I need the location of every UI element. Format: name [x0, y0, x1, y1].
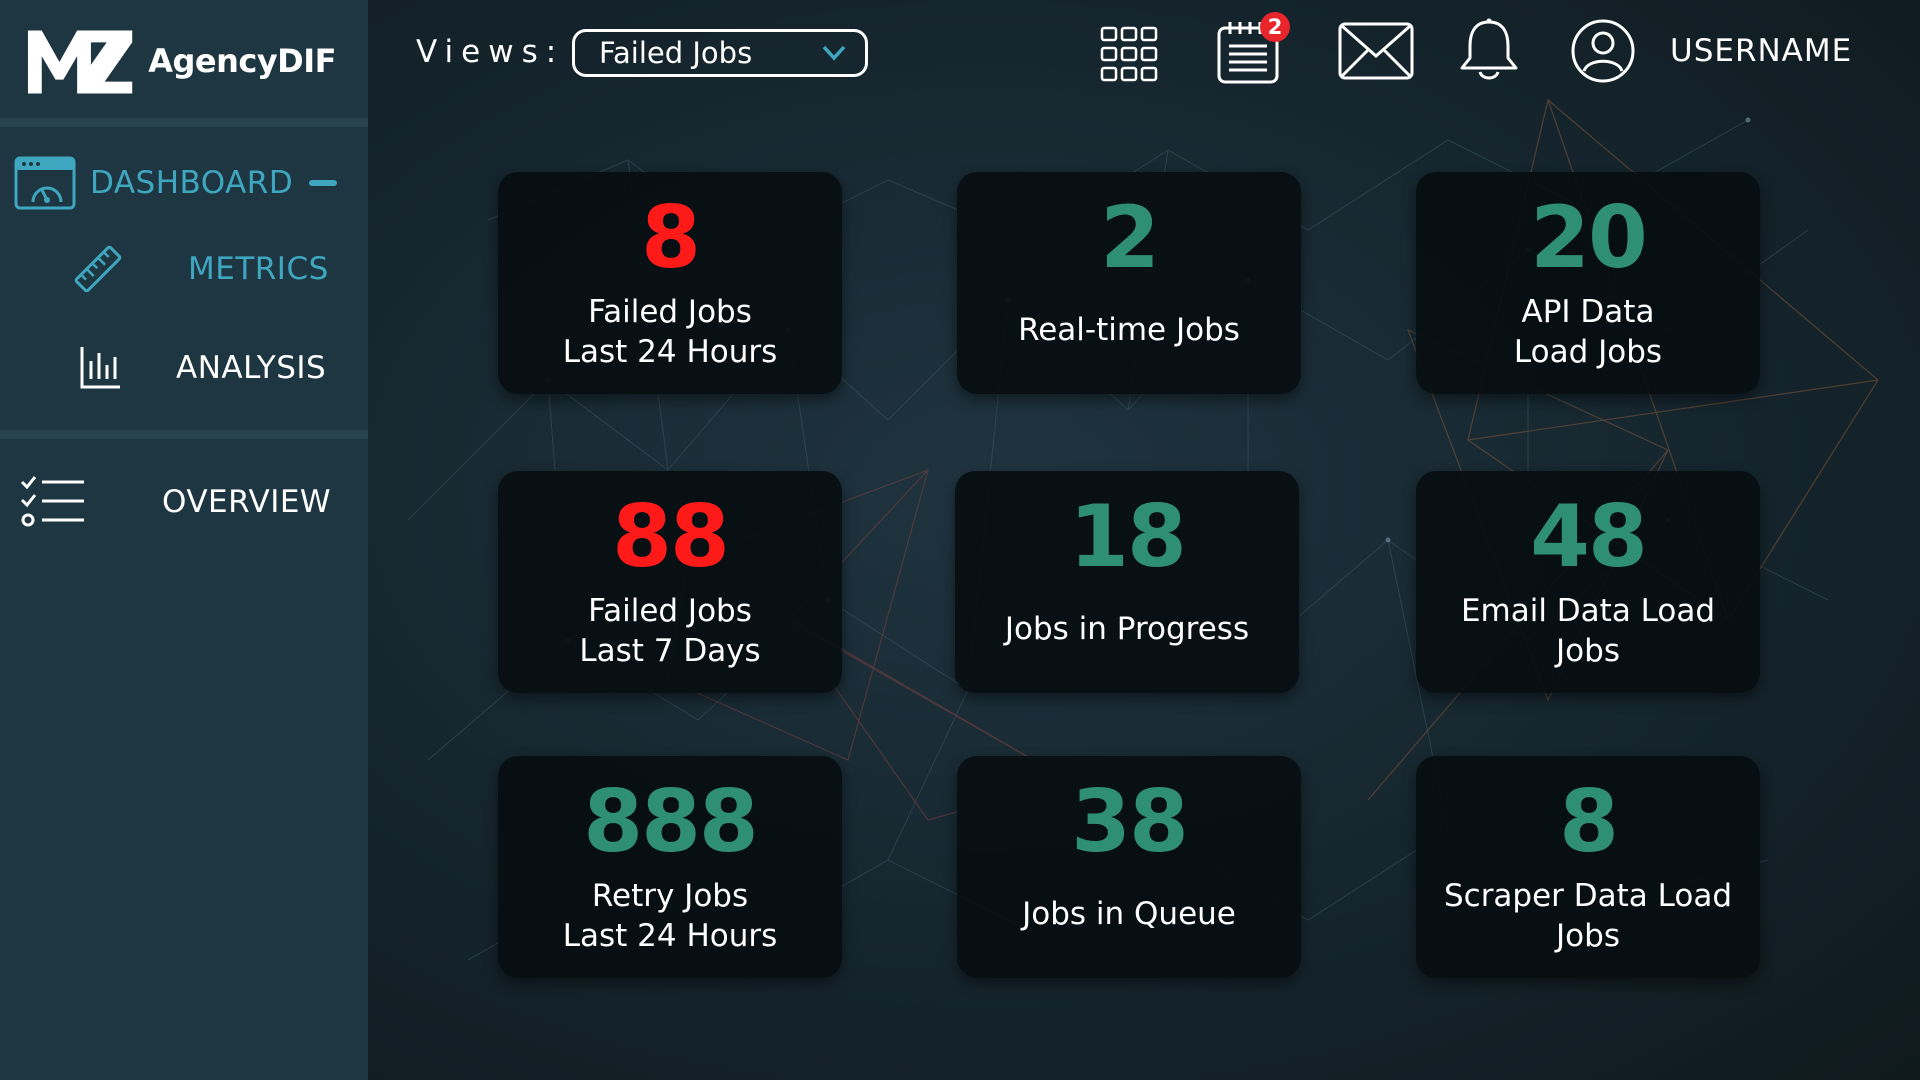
sidebar-item-label: METRICS	[188, 251, 329, 287]
dashboard-icon	[14, 156, 76, 210]
user-icon[interactable]	[1570, 18, 1636, 84]
brand-logo[interactable]: AgencyDIF	[26, 26, 336, 96]
sidebar-item-label: ANALYSIS	[176, 350, 327, 386]
card-value: 8	[1559, 772, 1619, 872]
bell-icon[interactable]	[1456, 18, 1522, 82]
card-retry-jobs-24h[interactable]: 888 Retry Jobs Last 24 Hours	[498, 756, 842, 978]
mail-icon[interactable]	[1338, 22, 1414, 80]
card-value: 888	[583, 772, 759, 872]
checklist-icon	[20, 476, 84, 527]
card-value: 8	[641, 188, 701, 288]
sidebar-item-label: OVERVIEW	[162, 484, 332, 520]
ruler-icon	[74, 245, 122, 293]
card-scraper-data-load-jobs[interactable]: 8 Scraper Data Load Jobs	[1416, 756, 1760, 978]
card-label: Failed Jobs Last 24 Hours	[562, 294, 778, 370]
bar-chart-icon	[80, 347, 120, 389]
sidebar-item-dashboard[interactable]: DASHBOARD	[14, 156, 344, 210]
sidebar-item-analysis[interactable]: ANALYSIS	[78, 344, 348, 392]
card-label: Retry Jobs Last 24 Hours	[562, 878, 778, 954]
card-label: Email Data Load Jobs	[1460, 593, 1716, 669]
sidebar-divider	[0, 430, 368, 439]
card-label: Failed Jobs Last 7 Days	[579, 593, 761, 669]
sidebar: AgencyDIF DASHBOARD METRICS ANALYSIS OVE…	[0, 0, 368, 1080]
card-value: 88	[612, 487, 730, 587]
card-value: 2	[1100, 188, 1160, 288]
sidebar-item-metrics[interactable]: METRICS	[72, 244, 342, 294]
sidebar-item-overview[interactable]: OVERVIEW	[20, 474, 346, 530]
card-failed-jobs-24h[interactable]: 8 Failed Jobs Last 24 Hours	[498, 172, 842, 394]
grid-icon[interactable]	[1100, 26, 1158, 82]
card-label: API Data Load Jobs	[1513, 294, 1663, 370]
card-label: Jobs in Progress	[1004, 611, 1250, 647]
card-label: Real-time Jobs	[1018, 312, 1240, 348]
views-label: Views:	[416, 34, 565, 70]
views-selected-value: Failed Jobs	[599, 36, 753, 70]
mz-logo-mark	[27, 30, 133, 94]
card-realtime-jobs[interactable]: 2 Real-time Jobs	[957, 172, 1301, 394]
card-value: 18	[1069, 487, 1187, 587]
sidebar-item-label: DASHBOARD	[90, 165, 294, 201]
card-value: 48	[1530, 487, 1648, 587]
card-value: 20	[1530, 188, 1648, 288]
card-jobs-in-progress[interactable]: 18 Jobs in Progress	[955, 471, 1299, 693]
dashboard-app: AgencyDIF DASHBOARD METRICS ANALYSIS OVE…	[0, 0, 1920, 1080]
card-label: Scraper Data Load Jobs	[1443, 878, 1733, 954]
notification-badge: 2	[1260, 12, 1290, 42]
collapse-minus-icon[interactable]	[309, 180, 338, 186]
brand-name: AgencyDIF	[148, 42, 336, 80]
card-label: Jobs in Queue	[1022, 896, 1236, 932]
card-email-data-load-jobs[interactable]: 48 Email Data Load Jobs	[1416, 471, 1760, 693]
views-dropdown[interactable]: Failed Jobs	[572, 29, 868, 77]
card-api-data-load-jobs[interactable]: 20 API Data Load Jobs	[1416, 172, 1760, 394]
username-label[interactable]: USERNAME	[1670, 33, 1852, 69]
card-value: 38	[1071, 772, 1189, 872]
card-jobs-in-queue[interactable]: 38 Jobs in Queue	[957, 756, 1301, 978]
card-failed-jobs-7d[interactable]: 88 Failed Jobs Last 7 Days	[498, 471, 842, 693]
sidebar-divider	[0, 118, 368, 127]
chevron-down-icon	[822, 45, 846, 61]
